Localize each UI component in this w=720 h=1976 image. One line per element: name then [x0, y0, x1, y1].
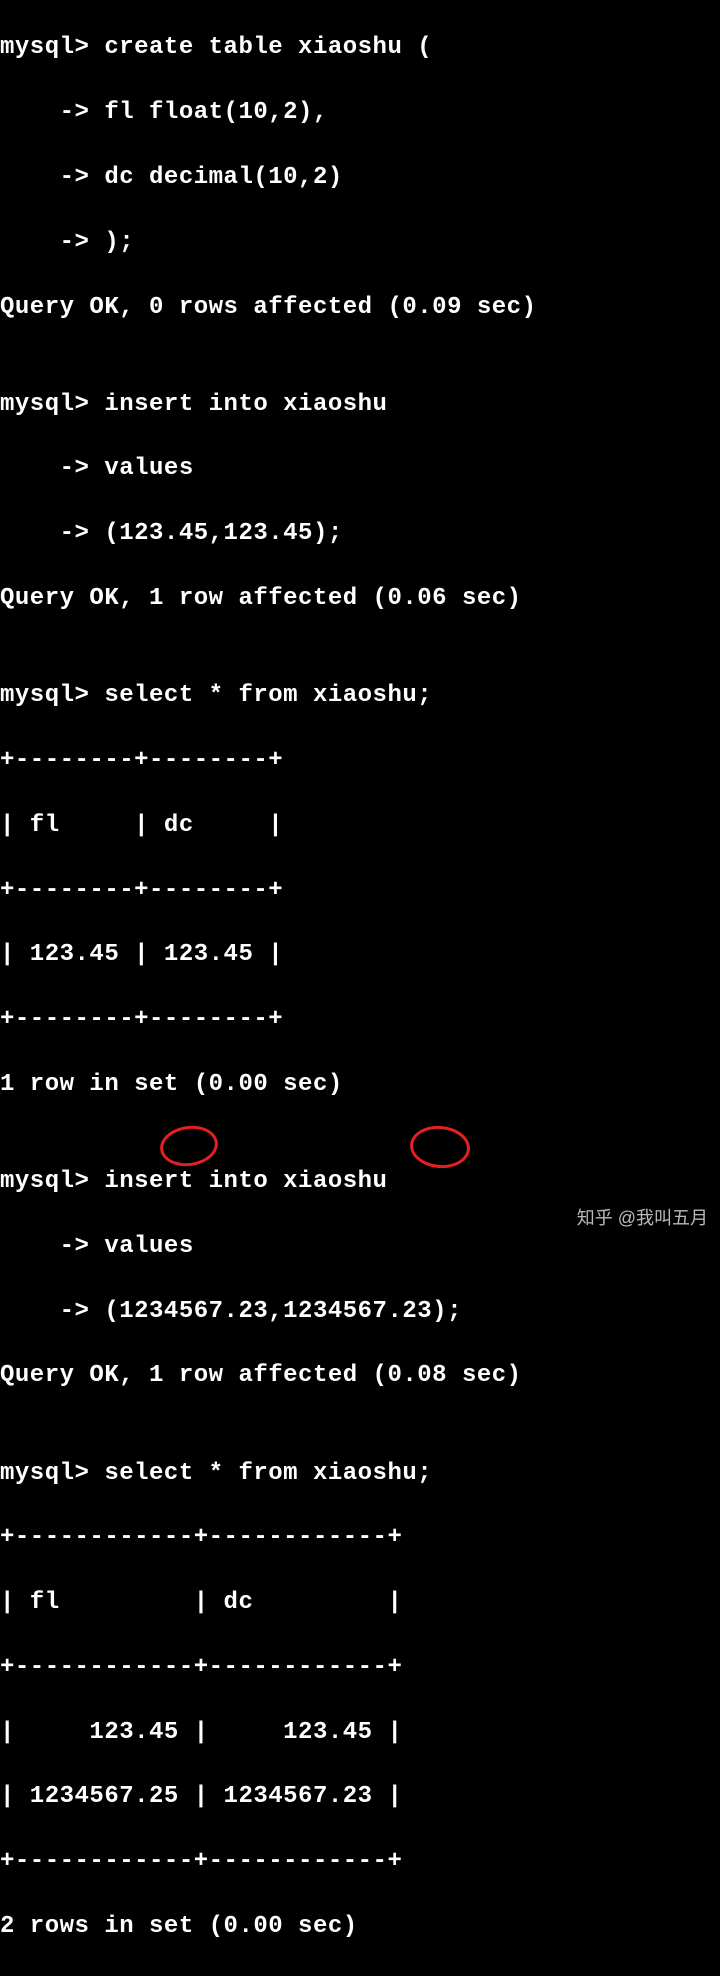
terminal-line: mysql> create table xiaoshu (: [0, 32, 720, 64]
watermark-text: 知乎 @我叫五月: [577, 1206, 708, 1230]
terminal-line: | fl | dc |: [0, 810, 720, 842]
terminal-line: +--------+--------+: [0, 1004, 720, 1036]
terminal-line: Query OK, 1 row affected (0.06 sec): [0, 583, 720, 615]
terminal-line: +------------+------------+: [0, 1846, 720, 1878]
terminal-line: -> dc decimal(10,2): [0, 162, 720, 194]
terminal-line: 1 row in set (0.00 sec): [0, 1069, 720, 1101]
terminal-line: -> fl float(10,2),: [0, 97, 720, 129]
terminal-line: mysql> insert into xiaoshu: [0, 389, 720, 421]
terminal-line: 2 rows in set (0.00 sec): [0, 1911, 720, 1943]
terminal-line: -> values: [0, 453, 720, 485]
terminal-line: +------------+------------+: [0, 1652, 720, 1684]
terminal-line: | 123.45 | 123.45 |: [0, 1717, 720, 1749]
terminal-line: -> values: [0, 1231, 720, 1263]
terminal-line: Query OK, 1 row affected (0.08 sec): [0, 1360, 720, 1392]
terminal-line: | fl | dc |: [0, 1587, 720, 1619]
terminal-line: +------------+------------+: [0, 1522, 720, 1554]
terminal-line: Query OK, 0 rows affected (0.09 sec): [0, 292, 720, 324]
terminal-line: | 1234567.25 | 1234567.23 |: [0, 1781, 720, 1813]
terminal-line: mysql> insert into xiaoshu: [0, 1166, 720, 1198]
terminal-line: -> );: [0, 227, 720, 259]
terminal-output: mysql> create table xiaoshu ( -> fl floa…: [0, 0, 720, 1976]
terminal-line: mysql> select * from xiaoshu;: [0, 1458, 720, 1490]
terminal-line: mysql> select * from xiaoshu;: [0, 680, 720, 712]
terminal-line: -> (1234567.23,1234567.23);: [0, 1296, 720, 1328]
terminal-line: -> (123.45,123.45);: [0, 518, 720, 550]
terminal-line: | 123.45 | 123.45 |: [0, 939, 720, 971]
terminal-line: +--------+--------+: [0, 875, 720, 907]
terminal-line: +--------+--------+: [0, 745, 720, 777]
